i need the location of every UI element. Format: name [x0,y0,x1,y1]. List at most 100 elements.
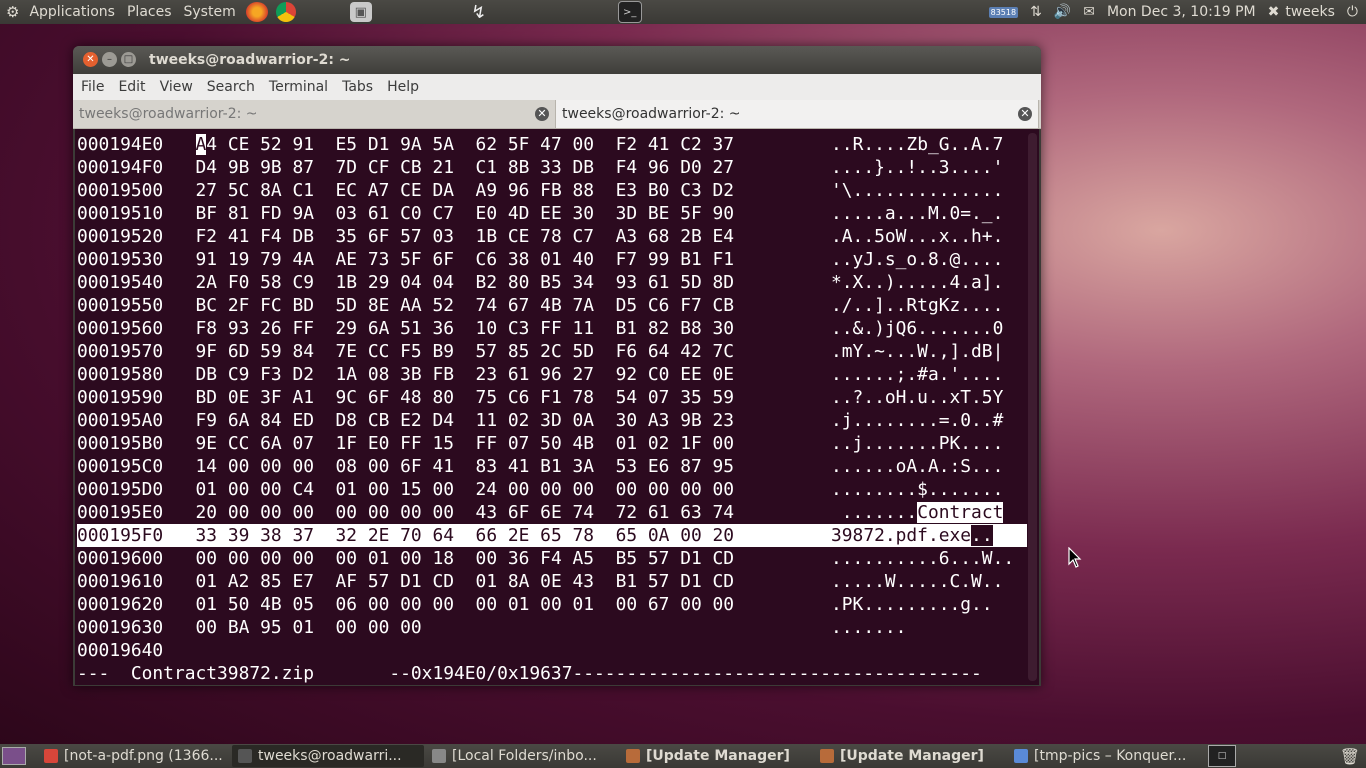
tab-1[interactable]: tweeks@roadwarrior-2: ~ ✕ [73,100,556,128]
hex-address: 000195D0 [77,479,164,500]
terminal-applet-icon[interactable]: □ [1208,745,1236,767]
hexdump-row[interactable]: 00019600 00 00 00 00 00 01 00 18 00 36 F… [77,547,1027,570]
window-title: tweeks@roadwarrior-2: ~ [149,52,351,68]
hexdump-row[interactable]: 000194F0 D4 9B 9B 87 7D CF CB 21 C1 8B 3… [77,156,1027,179]
taskbar-item[interactable]: [Update Manager] [814,745,1006,767]
menu-file[interactable]: File [77,79,108,95]
hex-address: 00019610 [77,571,164,592]
tab-2[interactable]: tweeks@roadwarrior-2: ~ ✕ [556,100,1039,128]
taskbar-item[interactable]: [tmp-pics – Konquer... [1008,745,1200,767]
hexdump-row[interactable]: 00019570 9F 6D 59 84 7E CC F5 B9 57 85 2… [77,340,1027,363]
menu-view[interactable]: View [156,79,197,95]
hexdump-row[interactable]: 00019590 BD 0E 3F A1 9C 6F 48 80 75 C6 F… [77,386,1027,409]
tab-bar: tweeks@roadwarrior-2: ~ ✕ tweeks@roadwar… [73,100,1041,129]
taskbar-item[interactable]: [Update Manager] [620,745,812,767]
hexdump-row[interactable]: 00019630 00 BA 95 01 00 00 00 ....... [77,616,1027,639]
menu-help[interactable]: Help [383,79,423,95]
hex-address: 000195A0 [77,410,164,431]
mail-icon[interactable]: ✉ [1083,4,1095,20]
menu-search[interactable]: Search [203,79,259,95]
taskbar-item[interactable]: [not-a-pdf.png (1366... [38,745,230,767]
screenshot-launcher-icon[interactable]: ▣ [349,2,372,22]
ubuntu-logo-icon[interactable]: ⚙ [6,3,19,21]
hex-bytes: 2A F0 58 C9 1B 29 04 04 B2 80 B5 34 93 6… [195,272,735,293]
menu-tabs[interactable]: Tabs [338,79,377,95]
hexdump-row[interactable]: 00019500 27 5C 8A C1 EC A7 CE DA A9 96 F… [77,179,1027,202]
menu-edit[interactable]: Edit [114,79,149,95]
applications-menu[interactable]: Applications [23,0,121,24]
hex-address: 00019560 [77,318,164,339]
hexdump-row[interactable]: 000195F0 33 39 38 37 32 2E 70 64 66 2E 6… [77,524,1027,547]
hex-bytes: BC 2F FC BD 5D 8E AA 52 74 67 4B 7A D5 C… [195,295,735,316]
hexdump-row[interactable]: 000195E0 20 00 00 00 00 00 00 00 43 6F 6… [77,501,1027,524]
trash-icon[interactable]: 🗑 [1340,747,1360,766]
menu-terminal[interactable]: Terminal [265,79,332,95]
hexdump-view[interactable]: 000194E0 A4 CE 52 91 E5 D1 9A 5A 62 5F 4… [77,133,1027,685]
hexdump-row[interactable]: 000195D0 01 00 00 C4 01 00 15 00 24 00 0… [77,478,1027,501]
hexdump-row[interactable]: 000195B0 9E CC 6A 07 1F E0 FF 15 FF 07 5… [77,432,1027,455]
hex-ascii: *.X..).....4.a]. [831,272,1004,293]
terminal-area[interactable]: 000194E0 A4 CE 52 91 E5 D1 9A 5A 62 5F 4… [75,129,1039,685]
taskbar-item[interactable]: [Local Folders/inbo... [426,745,618,767]
task-app-icon [238,749,252,763]
panel-tray: 83518 ⇅ 🔊 ✉ Mon Dec 3, 10:19 PM ✖ tweeks… [983,0,1366,24]
places-menu[interactable]: Places [121,0,178,24]
hex-bytes: BD 0E 3F A1 9C 6F 48 80 75 C6 F1 78 54 0… [195,387,735,408]
close-tab-icon[interactable]: ✕ [1018,107,1032,121]
hex-address: 000195C0 [77,456,164,477]
task-list: [not-a-pdf.png (1366... tweeks@roadwarri.… [38,745,1202,767]
hex-ascii-highlight: Contract [917,502,1004,523]
hex-ascii: '\.............. [831,180,1004,201]
show-desktop-icon[interactable] [2,747,26,765]
window-titlebar[interactable]: ✕ – □ tweeks@roadwarrior-2: ~ [73,46,1041,74]
chrome-launcher-icon[interactable] [275,2,296,22]
hexdump-row[interactable]: 00019510 BF 81 FD 9A 03 61 C0 C7 E0 4D E… [77,202,1027,225]
hex-address: 000195F0 [77,525,164,546]
flash-launcher-icon[interactable]: ↯ [468,2,490,23]
hex-address: 00019570 [77,341,164,362]
hex-ascii: ....... [831,502,918,523]
hex-ascii: .....a...M.0=._. [831,203,1004,224]
hexdump-row[interactable]: 00019540 2A F0 58 C9 1B 29 04 04 B2 80 B… [77,271,1027,294]
hex-ascii: .....W.....C.W.. [831,571,1004,592]
hex-bytes: 01 A2 85 E7 AF 57 D1 CD 01 8A 0E 43 B1 5… [195,571,735,592]
hexdump-row[interactable]: 00019530 91 19 79 4A AE 73 5F 6F C6 38 0… [77,248,1027,271]
hexdump-row[interactable]: 000195A0 F9 6A 84 ED D8 CB E2 D4 11 02 3… [77,409,1027,432]
hexdump-status-line: --- Contract39872.zip --0x194E0/0x19637-… [77,663,982,684]
user-menu[interactable]: tweeks [1285,4,1335,20]
terminal-scrollbar[interactable] [1028,133,1037,681]
hex-address: 00019640 [77,640,164,661]
hexdump-row[interactable]: 00019610 01 A2 85 E7 AF 57 D1 CD 01 8A 0… [77,570,1027,593]
hexdump-row[interactable]: 00019640 [77,639,1027,662]
hex-bytes: A4 CE 52 91 E5 D1 9A 5A 62 5F 47 00 F2 4… [195,134,735,155]
network-monitor-icon[interactable]: 83518 [988,6,1019,18]
hexdump-row[interactable]: 00019520 F2 41 F4 DB 35 6F 57 03 1B CE 7… [77,225,1027,248]
hex-ascii: .A..5oW...x..h+. [831,226,1004,247]
hexdump-row[interactable]: 000194E0 A4 CE 52 91 E5 D1 9A 5A 62 5F 4… [77,133,1027,156]
hexdump-row[interactable]: 00019620 01 50 4B 05 06 00 00 00 00 01 0… [77,593,1027,616]
maximize-window-icon[interactable]: □ [121,52,136,67]
taskbar-item-label: [not-a-pdf.png (1366... [64,748,223,764]
hexdump-row[interactable]: 00019550 BC 2F FC BD 5D 8E AA 52 74 67 4… [77,294,1027,317]
volume-icon[interactable]: 🔊 [1054,4,1071,20]
hex-bytes: 01 00 00 C4 01 00 15 00 24 00 00 00 00 0… [195,479,735,500]
close-window-icon[interactable]: ✕ [83,52,98,67]
hex-bytes: 20 00 00 00 00 00 00 00 43 6F 6E 74 72 6… [195,502,735,523]
terminal-launcher-icon[interactable]: >_ [617,1,642,23]
power-icon[interactable]: ⏻ [1347,4,1358,20]
taskbar-item-label: tweeks@roadwarri... [258,748,402,764]
terminal-window: ✕ – □ tweeks@roadwarrior-2: ~ File Edit … [73,46,1041,686]
network-transfer-icon[interactable]: ⇅ [1030,4,1042,20]
clock[interactable]: Mon Dec 3, 10:19 PM [1107,4,1256,20]
hexdump-row[interactable]: 00019560 F8 93 26 FF 29 6A 51 36 10 C3 F… [77,317,1027,340]
task-app-icon [432,749,446,763]
firefox-launcher-icon[interactable] [245,2,268,22]
taskbar-item[interactable]: tweeks@roadwarri... [232,745,424,767]
hex-bytes: 9F 6D 59 84 7E CC F5 B9 57 85 2C 5D F6 6… [195,341,735,362]
hexdump-row[interactable]: 000195C0 14 00 00 00 08 00 6F 41 83 41 B… [77,455,1027,478]
close-tab-icon[interactable]: ✕ [535,107,549,121]
hexdump-row[interactable]: 00019580 DB C9 F3 D2 1A 08 3B FB 23 61 9… [77,363,1027,386]
minimize-window-icon[interactable]: – [102,52,117,67]
system-menu[interactable]: System [178,0,242,24]
hex-address: 00019630 [77,617,164,638]
